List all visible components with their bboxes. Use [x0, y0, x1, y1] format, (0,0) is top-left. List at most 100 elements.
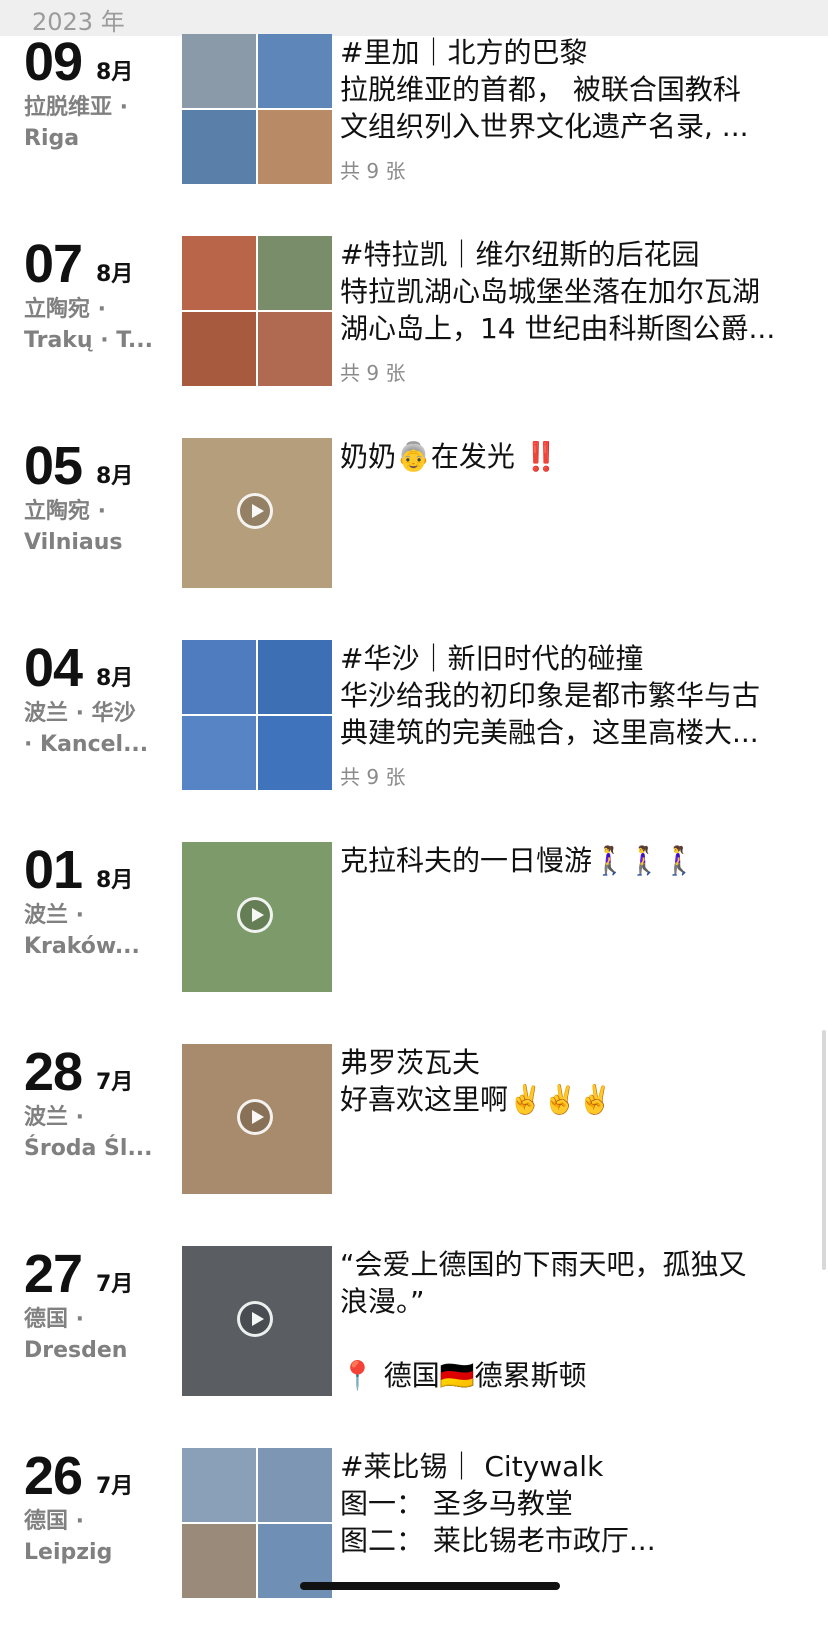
play-icon: [237, 1301, 273, 1337]
entry-location: 立陶宛 · Vilniaus: [24, 496, 164, 558]
location-line-1: 德国 ·: [24, 1307, 85, 1332]
photo-thumb: [258, 312, 332, 386]
entry-location: 波兰 · Środa Śl...: [24, 1102, 164, 1164]
entry-location: 立陶宛 · Trakų · T...: [24, 294, 164, 356]
entry-text-line: 浪漫。”: [340, 1285, 425, 1318]
video-thumbnail[interactable]: [182, 1246, 332, 1396]
location-line-2: Kraków...: [24, 934, 140, 959]
timeline-entry[interactable]: 27 7月 德国 · Dresden “会爱上德国的下雨天吧，孤独又 浪漫。” 📍 德国🇩…: [0, 1246, 828, 1436]
timeline-entry[interactable]: 04 8月波兰 · 华沙 · Kancel... #华沙｜新旧时代的碰撞 华沙给我的初印…: [0, 640, 828, 830]
entry-text-line: 图二： 莱比锡老市政厅...: [340, 1524, 656, 1557]
entry-month: 8月: [96, 262, 134, 287]
entry-text: #特拉凯｜维尔纽斯的后花园特拉凯湖心岛城堡坐落在加尔瓦湖 湖心岛上，14 世纪由科…: [340, 236, 800, 347]
timeline-entry[interactable]: 01 8月 波兰 · Kraków... 克拉科夫的一日慢游🚶‍♀️🚶‍♀️🚶‍♀️: [0, 842, 828, 1032]
photo-count: 共 9 张: [340, 765, 406, 789]
entry-month: 8月: [96, 666, 134, 691]
photo-thumb: [182, 716, 256, 790]
entry-month: 7月: [96, 1272, 134, 1297]
timeline-entry[interactable]: 07 8月 立陶宛 · Trakų · T... #特拉凯｜维尔纽斯的后花园 特拉凯湖心岛…: [0, 236, 828, 426]
entry-month: 7月: [96, 1070, 134, 1095]
photo-count: 共 9 张: [340, 159, 406, 183]
entry-text: #莱比锡｜ Citywalk 图一： 圣多马教堂图二： 莱比锡老市政厅...: [340, 1448, 800, 1559]
entry-day: 09: [24, 32, 83, 92]
photo-thumb: [182, 110, 256, 184]
entry-text-line: 好喜欢这里啊✌️✌️✌️: [340, 1083, 613, 1116]
location-line-2: Trakų · T...: [24, 328, 153, 353]
entry-text: 克拉科夫的一日慢游🚶‍♀️🚶‍♀️🚶‍♀️: [340, 842, 800, 879]
entry-month: 8月: [96, 60, 134, 85]
location-line-1: 波兰 · 华沙: [24, 701, 136, 726]
entry-text-line: [340, 1320, 800, 1357]
entry-month: 8月: [96, 868, 134, 893]
entry-text: “会爱上德国的下雨天吧，孤独又 浪漫。” 📍 德国🇩🇪德累斯顿: [340, 1246, 800, 1394]
entry-text-line: 图一： 圣多马教堂: [340, 1487, 573, 1520]
photo-thumb: [258, 110, 332, 184]
entry-day: 27: [24, 1244, 83, 1304]
location-line-2: Dresden: [24, 1338, 128, 1363]
photo-thumb: [258, 716, 332, 790]
photo-grid-thumbnail[interactable]: [182, 236, 332, 386]
photo-thumb: [182, 1448, 256, 1522]
year-header-bar: 2023 年: [0, 0, 828, 36]
entry-month: 7月: [96, 1474, 134, 1499]
location-line-2: · Kancel...: [24, 732, 149, 757]
location-line-1: 波兰 ·: [24, 903, 85, 928]
entry-text-line: 文组织列入世界文化遗产名录, ...: [340, 110, 749, 143]
video-thumbnail[interactable]: [182, 842, 332, 992]
entry-text: 奶奶👵在发光 ‼️: [340, 438, 800, 475]
timeline-entry[interactable]: 28 7月 波兰 · Środa Śl... 弗罗茨瓦夫 好喜欢这里啊✌️✌️✌️: [0, 1044, 828, 1234]
photo-thumb: [182, 312, 256, 386]
entry-day: 04: [24, 638, 83, 698]
entry-text-line: 湖心岛上，14 世纪由科斯图公爵...: [340, 312, 776, 345]
location-line-2: Środa Śl...: [24, 1136, 153, 1161]
entry-text-line: 特拉凯湖心岛城堡坐落在加尔瓦湖: [340, 275, 761, 308]
photo-thumb: [182, 1524, 256, 1598]
timeline-entry[interactable]: 26 7月 德国 · Leipzig #莱比锡｜ Citywalk 图一： 圣多马教堂图二…: [0, 1448, 828, 1638]
entry-day: 01: [24, 840, 83, 900]
scrollbar[interactable]: [822, 1030, 826, 1270]
entry-text-line: #特拉凯｜维尔纽斯的后花园: [340, 238, 700, 271]
entry-text-line: 典建筑的完美融合，这里高楼大...: [340, 716, 759, 749]
entry-location: 德国 · Leipzig: [24, 1506, 164, 1568]
entry-text-line: 奶奶👵在发光 ‼️: [340, 440, 559, 473]
play-icon: [237, 1099, 273, 1135]
entry-text-line: 克拉科夫的一日慢游🚶‍♀️🚶‍♀️🚶‍♀️: [340, 844, 697, 877]
entry-text-line: 华沙给我的初印象是都市繁华与古: [340, 679, 761, 712]
photo-thumb: [258, 34, 332, 108]
entry-text-line: #莱比锡｜ Citywalk: [340, 1450, 604, 1483]
entry-text: 弗罗茨瓦夫好喜欢这里啊✌️✌️✌️: [340, 1044, 800, 1118]
entry-day: 26: [24, 1446, 83, 1506]
home-indicator[interactable]: [300, 1582, 560, 1590]
timeline-entry[interactable]: 09 8月拉脱维亚 · Riga #里加｜北方的巴黎 拉脱维亚的首都， 被联合国教科 文组…: [0, 34, 828, 224]
location-line-2: Riga: [24, 126, 80, 151]
entry-text-line: 📍 德国🇩🇪德累斯顿: [340, 1359, 587, 1392]
timeline-entry[interactable]: 05 8月立陶宛 · Vilniaus 奶奶👵在发光 ‼️: [0, 438, 828, 628]
entry-location: 德国 · Dresden: [24, 1304, 164, 1366]
photo-thumb: [182, 640, 256, 714]
location-line-2: Leipzig: [24, 1540, 113, 1565]
photo-grid-thumbnail[interactable]: [182, 34, 332, 184]
location-line-1: 德国 ·: [24, 1509, 85, 1534]
entry-location: 波兰 · Kraków...: [24, 900, 164, 962]
entry-text-line: 拉脱维亚的首都， 被联合国教科: [340, 73, 741, 106]
entry-text-line: 弗罗茨瓦夫: [340, 1046, 481, 1079]
location-line-1: 拉脱维亚 ·: [24, 95, 129, 120]
entry-location: 拉脱维亚 · Riga: [24, 92, 164, 154]
video-thumbnail[interactable]: [182, 1044, 332, 1194]
video-thumbnail[interactable]: [182, 438, 332, 588]
location-line-2: Vilniaus: [24, 530, 123, 555]
photo-thumb: [258, 640, 332, 714]
entry-day: 05: [24, 436, 83, 496]
photo-thumb: [258, 236, 332, 310]
location-line-1: 波兰 ·: [24, 1105, 85, 1130]
play-icon: [237, 493, 273, 529]
location-line-1: 立陶宛 ·: [24, 499, 107, 524]
entry-month: 8月: [96, 464, 134, 489]
entry-text: #里加｜北方的巴黎 拉脱维亚的首都， 被联合国教科 文组织列入世界文化遗产名录, .…: [340, 34, 800, 145]
location-line-1: 立陶宛 ·: [24, 297, 107, 322]
entry-text-line: “会爱上德国的下雨天吧，孤独又: [340, 1248, 747, 1281]
photo-grid-thumbnail[interactable]: [182, 640, 332, 790]
photo-grid-thumbnail[interactable]: [182, 1448, 332, 1598]
photo-count: 共 9 张: [340, 361, 406, 385]
entry-text: #华沙｜新旧时代的碰撞 华沙给我的初印象是都市繁华与古 典建筑的完美融合，这里高楼大…: [340, 640, 800, 751]
